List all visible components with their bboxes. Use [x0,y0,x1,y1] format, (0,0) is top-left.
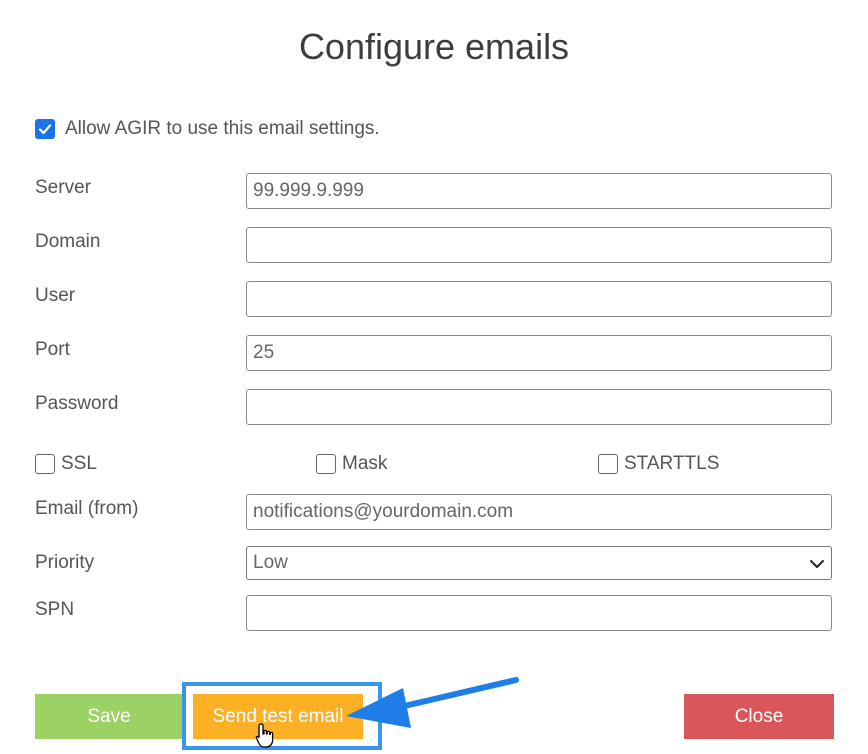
spn-label: SPN [35,599,75,620]
email-from-input[interactable]: notifications@yourdomain.com [246,494,832,530]
chevron-down-icon [810,560,824,568]
spn-input[interactable] [246,595,832,631]
server-input[interactable]: 99.999.9.999 [246,173,832,209]
hand-cursor-icon [255,723,274,748]
mask-checkbox[interactable] [316,454,336,474]
password-label: Password [35,393,119,414]
checkmark-icon [38,124,52,135]
allow-label: Allow AGIR to use this email settings. [65,118,380,139]
email-from-label: Email (from) [35,498,139,519]
arrow-annotation-icon [346,677,519,728]
starttls-option[interactable]: STARTTLS [598,453,719,475]
domain-label: Domain [35,231,101,252]
ssl-checkbox[interactable] [35,454,55,474]
page-title: Configure emails [298,26,570,67]
user-label: User [35,285,76,306]
priority-label: Priority [35,552,95,573]
port-input[interactable]: 25 [246,335,832,371]
starttls-checkbox[interactable] [598,454,618,474]
mask-label: Mask [342,453,388,474]
port-label: Port [35,339,70,360]
priority-value: Low [253,552,288,573]
starttls-label: STARTTLS [624,453,720,474]
save-button[interactable]: Save [35,694,183,739]
priority-select[interactable]: Low [246,546,832,580]
password-input[interactable] [246,389,832,425]
close-button[interactable]: Close [684,694,834,739]
user-input[interactable] [246,281,832,317]
allow-checkbox[interactable] [35,119,55,139]
mask-option[interactable]: Mask [316,453,387,475]
ssl-label: SSL [61,453,97,474]
highlight-box [182,682,382,750]
server-label: Server [35,177,91,198]
ssl-option[interactable]: SSL [35,453,97,475]
domain-input[interactable] [246,227,832,263]
allow-settings-row[interactable]: Allow AGIR to use this email settings. [35,118,380,140]
